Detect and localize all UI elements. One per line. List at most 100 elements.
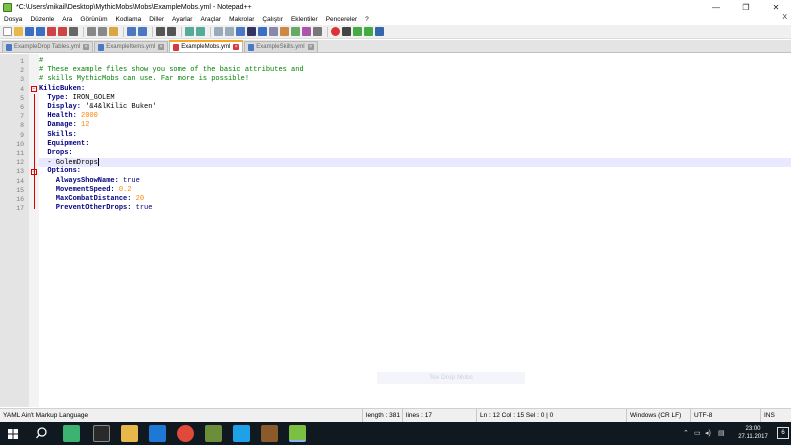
sync-horizontal-icon[interactable] bbox=[225, 27, 234, 36]
code-line[interactable]: - GolemDrops bbox=[39, 158, 791, 168]
run-macro-multiple-icon[interactable] bbox=[364, 27, 373, 36]
cut-icon[interactable] bbox=[87, 27, 96, 36]
print-icon[interactable] bbox=[69, 27, 78, 36]
menu-ayarlar[interactable]: Ayarlar bbox=[168, 16, 196, 23]
tab-example-items[interactable]: ExampleItems.yml × bbox=[94, 41, 169, 52]
tray-chevron-icon[interactable]: ⌃ bbox=[683, 422, 689, 445]
new-file-icon[interactable] bbox=[3, 27, 12, 36]
maximize-button[interactable]: ❐ bbox=[731, 0, 761, 14]
save-macro-icon[interactable] bbox=[375, 27, 384, 36]
close-file-icon[interactable] bbox=[47, 27, 56, 36]
skype-icon[interactable] bbox=[233, 425, 250, 442]
minecraft-icon[interactable] bbox=[205, 425, 222, 442]
record-macro-icon[interactable] bbox=[331, 27, 340, 36]
file-explorer-icon[interactable] bbox=[121, 425, 138, 442]
code-line[interactable]: PreventOtherDrops: true bbox=[39, 204, 791, 213]
close-icon[interactable]: × bbox=[307, 44, 314, 50]
keyboard-icon[interactable]: ▤ bbox=[718, 422, 725, 445]
save-icon[interactable] bbox=[25, 27, 34, 36]
menu-pencereler[interactable]: Pencereler bbox=[322, 16, 361, 23]
code-line[interactable]: Damage: 12 bbox=[39, 121, 791, 130]
redo-icon[interactable] bbox=[138, 27, 147, 36]
code-line[interactable]: Options: bbox=[39, 167, 791, 176]
code-line[interactable]: # skills MythicMobs can use. Far more is… bbox=[39, 75, 791, 84]
menu-help[interactable]: ? bbox=[361, 16, 373, 23]
code-line[interactable]: Equipment: bbox=[39, 140, 791, 149]
code-line[interactable]: Type: IRON_GOLEM bbox=[39, 94, 791, 103]
sync-vertical-icon[interactable] bbox=[214, 27, 223, 36]
code-line[interactable]: # These example files show you some of t… bbox=[39, 66, 791, 75]
code-text-area[interactable]: # # These example files show you some of … bbox=[39, 54, 791, 407]
menu-kodlama[interactable]: Kodlama bbox=[112, 16, 146, 23]
menu-diller[interactable]: Diller bbox=[145, 16, 168, 23]
editor-area[interactable]: 1234567891011121314151617 −− ## These ex… bbox=[0, 54, 791, 407]
code-line[interactable]: Health: 2000 bbox=[39, 112, 791, 121]
function-list-icon[interactable] bbox=[291, 27, 300, 36]
close-icon[interactable]: × bbox=[83, 44, 90, 50]
menu-dosya[interactable]: Dosya bbox=[0, 16, 26, 23]
replace-icon[interactable] bbox=[167, 27, 176, 36]
notepad-plus-plus-taskbar-icon[interactable] bbox=[289, 425, 306, 442]
user-language-icon[interactable] bbox=[269, 27, 278, 36]
zoom-out-icon[interactable] bbox=[196, 27, 205, 36]
task-view-icon[interactable] bbox=[93, 425, 110, 442]
indent-guide-icon[interactable] bbox=[258, 27, 267, 36]
network-icon[interactable]: ▭ bbox=[694, 422, 701, 445]
code-line[interactable]: Drops: bbox=[39, 149, 791, 158]
find-icon[interactable] bbox=[156, 27, 165, 36]
code-line[interactable]: # bbox=[39, 57, 791, 66]
clock[interactable]: 23:00 27.11.2017 bbox=[733, 425, 773, 441]
chrome-icon[interactable] bbox=[177, 425, 194, 442]
code-line[interactable]: MovementSpeed: 0.2 bbox=[39, 186, 791, 195]
tab-example-mobs[interactable]: ExampleMobs.yml × bbox=[169, 40, 244, 52]
close-icon[interactable]: × bbox=[233, 44, 240, 50]
paste-icon[interactable] bbox=[109, 27, 118, 36]
code-line[interactable]: KilicBuken: bbox=[39, 85, 791, 94]
play-macro-icon[interactable] bbox=[353, 27, 362, 36]
monitoring-icon[interactable] bbox=[313, 27, 322, 36]
volume-icon[interactable]: ◂) bbox=[705, 422, 711, 445]
action-center-icon[interactable]: 6 bbox=[777, 427, 789, 439]
close-button[interactable]: ✕ bbox=[761, 0, 791, 14]
close-icon[interactable]: × bbox=[158, 44, 165, 50]
word-wrap-icon[interactable] bbox=[236, 27, 245, 36]
menu-gorunum[interactable]: Görünüm bbox=[76, 16, 111, 23]
copy-icon[interactable] bbox=[98, 27, 107, 36]
fold-toggle-icon[interactable]: − bbox=[31, 86, 37, 93]
start-button[interactable] bbox=[0, 422, 26, 445]
cortana-app-icon[interactable] bbox=[63, 425, 80, 442]
zoom-in-icon[interactable] bbox=[185, 27, 194, 36]
menu-eklentiler[interactable]: Eklentiler bbox=[287, 16, 322, 23]
close-all-icon[interactable] bbox=[58, 27, 67, 36]
menu-calistir[interactable]: Çalıştır bbox=[258, 16, 287, 23]
folder-as-workspace-icon[interactable] bbox=[302, 27, 311, 36]
code-line[interactable]: Display: '&4&lKilic Buken' bbox=[39, 103, 791, 112]
tab-example-drop-tables[interactable]: ExampleDrop Tables.yml × bbox=[2, 41, 94, 52]
minimize-button[interactable]: — bbox=[701, 0, 731, 14]
fold-margin[interactable]: −− bbox=[29, 54, 39, 407]
close-document-button[interactable]: X bbox=[782, 14, 787, 21]
document-map-icon[interactable] bbox=[280, 27, 289, 36]
status-eol[interactable]: Windows (CR LF) bbox=[626, 409, 690, 423]
status-encoding[interactable]: UTF-8 bbox=[690, 409, 760, 423]
open-file-icon[interactable] bbox=[14, 27, 23, 36]
code-token-key: MovementSpeed: bbox=[39, 185, 119, 194]
edge-browser-icon[interactable] bbox=[149, 425, 166, 442]
line-number: 1 bbox=[20, 58, 24, 65]
undo-icon[interactable] bbox=[127, 27, 136, 36]
code-token-num: 12 bbox=[81, 121, 90, 130]
code-line[interactable]: MaxCombatDistance: 20 bbox=[39, 195, 791, 204]
menu-ara[interactable]: Ara bbox=[58, 16, 76, 23]
menu-makrolar[interactable]: Makrolar bbox=[225, 16, 258, 23]
search-icon[interactable] bbox=[33, 425, 50, 442]
code-line[interactable]: Skills: bbox=[39, 131, 791, 140]
tab-example-skills[interactable]: ExampleSkills.yml × bbox=[244, 41, 318, 52]
minecraft-launcher-icon[interactable] bbox=[261, 425, 278, 442]
code-line[interactable]: AlwaysShowName: true bbox=[39, 177, 791, 186]
menu-duzenle[interactable]: Düzenle bbox=[26, 16, 58, 23]
menu-araclar[interactable]: Araçlar bbox=[196, 16, 225, 23]
code-token-bool: true bbox=[123, 176, 140, 185]
save-all-icon[interactable] bbox=[36, 27, 45, 36]
stop-macro-icon[interactable] bbox=[342, 27, 351, 36]
show-all-characters-icon[interactable] bbox=[247, 27, 256, 36]
